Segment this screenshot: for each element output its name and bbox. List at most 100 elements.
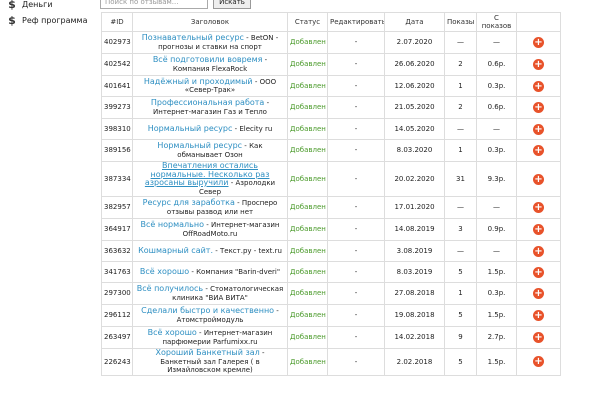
review-title-separator: -	[242, 142, 250, 150]
search-button[interactable]: Искать	[213, 0, 251, 9]
table-row: 402973 Познавательный ресурс - BetON - пр…	[101, 31, 561, 54]
review-id: 402542	[101, 53, 133, 76]
review-views: 2	[444, 53, 477, 76]
sidebar-item-label: Деньги	[22, 0, 53, 9]
sidebar-item-money[interactable]: $ Деньги	[8, 0, 53, 11]
edit-cell: -	[327, 282, 385, 305]
status-badge: Добавлен	[287, 261, 328, 283]
review-id: 341763	[101, 261, 133, 283]
review-id: 364917	[101, 218, 133, 241]
review-title-separator: -	[262, 56, 268, 64]
status-badge: Добавлен	[287, 282, 328, 305]
review-title-link[interactable]: Надёжный и проходимый	[144, 77, 253, 86]
plus-circle-icon[interactable]: +	[533, 224, 544, 235]
review-title-separator: -	[252, 77, 260, 86]
review-date: 14.05.2020	[384, 118, 445, 140]
column-header-title: Заголовок	[132, 12, 288, 32]
plus-circle-icon[interactable]: +	[533, 245, 544, 257]
table-row: 263497 Всё хорошо - Интернет-магазин парф…	[101, 326, 561, 349]
review-date: 3.08.2019	[384, 240, 445, 262]
review-views: 9	[444, 326, 477, 349]
sidebar: $ Деньги $ Реф программа	[0, 0, 100, 400]
edit-cell: -	[327, 53, 385, 76]
review-earnings: —	[476, 196, 517, 219]
review-views: 5	[444, 348, 477, 376]
review-title-link[interactable]: Всё хорошо	[148, 328, 197, 337]
review-title-link[interactable]: Познавательный ресурс	[142, 33, 244, 42]
edit-cell: -	[327, 218, 385, 241]
action-cell: +	[516, 282, 561, 305]
review-id: 382957	[101, 196, 133, 219]
table-row: 226243 Хороший Банкетный зал - Банкетный …	[101, 348, 561, 376]
plus-circle-icon[interactable]: +	[533, 332, 544, 343]
plus-circle-icon[interactable]: +	[533, 310, 544, 321]
review-earnings: 0.6р.	[476, 96, 517, 119]
review-title-cell: Хороший Банкетный зал - Банкетный зал Га…	[132, 348, 288, 376]
review-views: 5	[444, 304, 477, 327]
table-row: 398310 Нормальный ресурс - Elecity ru Доба…	[101, 118, 561, 140]
plus-circle-icon[interactable]: +	[533, 59, 544, 70]
review-id: 399273	[101, 96, 133, 119]
review-title-cell: Впечатления остались нормальные. Несколь…	[132, 161, 288, 197]
action-cell: +	[516, 218, 561, 241]
review-title-link[interactable]: Ресурс для заработка	[143, 198, 235, 207]
status-badge: Добавлен	[287, 161, 328, 197]
review-title-link[interactable]: Всё получилось	[137, 284, 203, 293]
action-cell: +	[516, 118, 561, 140]
edit-cell: -	[327, 261, 385, 283]
review-date: 21.05.2020	[384, 96, 445, 119]
review-company: Атомстроймодуль	[176, 315, 244, 324]
review-title-link[interactable]: Хороший Банкетный зал	[156, 349, 260, 357]
review-title-link[interactable]: Сделали быстро и качественно	[141, 306, 274, 315]
review-title-link[interactable]: Кошмарный сайт.	[138, 246, 213, 255]
plus-circle-icon[interactable]: +	[533, 202, 544, 213]
review-date: 20.02.2020	[384, 161, 445, 197]
plus-circle-icon[interactable]: +	[533, 173, 544, 185]
sidebar-item-referral[interactable]: $ Реф программа	[8, 14, 87, 27]
review-views: 1	[444, 139, 477, 162]
edit-cell: -	[327, 326, 385, 349]
plus-circle-icon[interactable]: +	[533, 102, 544, 113]
plus-circle-icon[interactable]: +	[533, 266, 544, 278]
review-title-link[interactable]: Нормальный ресурс	[148, 124, 233, 133]
plus-circle-icon[interactable]: +	[533, 123, 544, 135]
column-header-earnings: С показов	[476, 12, 517, 32]
action-cell: +	[516, 139, 561, 162]
edit-cell: -	[327, 348, 385, 376]
status-badge: Добавлен	[287, 348, 328, 376]
edit-cell: -	[327, 139, 385, 162]
review-title-link[interactable]: Всё подготовили вовремя	[153, 55, 263, 64]
review-title-cell: Всё хорошо - Интернет-магазин парфюмерии…	[132, 326, 288, 349]
review-title-cell: Сделали быстро и качественно - Атомстрой…	[132, 304, 288, 327]
reviews-table-wrapper: #ID Заголовок Статус Редактировать Дата …	[101, 12, 561, 376]
review-title-separator: -	[243, 34, 251, 42]
review-title-link[interactable]: Всё нормально	[141, 220, 204, 229]
status-badge: Добавлен	[287, 96, 328, 119]
review-id: 387334	[101, 161, 133, 197]
review-earnings: 0.3р.	[476, 282, 517, 305]
plus-circle-icon[interactable]: +	[533, 37, 544, 48]
review-id: 226243	[101, 348, 133, 376]
review-title-link[interactable]: Всё хорошо	[140, 267, 189, 276]
review-date: 26.06.2020	[384, 53, 445, 76]
review-title-cell: Надёжный и проходимый - ООО «Север-Трак»	[132, 75, 288, 97]
table-row: 402542 Всё подготовили вовремя - Компания…	[101, 53, 561, 76]
review-earnings: 0.6р.	[476, 53, 517, 76]
review-date: 17.01.2020	[384, 196, 445, 219]
review-id: 297300	[101, 282, 133, 305]
review-title-link[interactable]: Профессиональная работа	[151, 98, 264, 107]
plus-circle-icon[interactable]: +	[533, 145, 544, 156]
review-earnings: 2.7р.	[476, 326, 517, 349]
plus-circle-icon[interactable]: +	[533, 288, 544, 299]
action-cell: +	[516, 161, 561, 197]
review-date: 19.08.2018	[384, 304, 445, 327]
review-title-cell: Ресурс для заработка - Просперо отзывы р…	[132, 196, 288, 219]
plus-circle-icon[interactable]: +	[533, 356, 544, 368]
action-cell: +	[516, 53, 561, 76]
table-header-row: #ID Заголовок Статус Редактировать Дата …	[101, 12, 561, 32]
search-input[interactable]	[100, 0, 208, 9]
search-bar: Искать	[100, 0, 600, 12]
plus-circle-icon[interactable]: +	[533, 80, 544, 92]
review-title-link[interactable]: Нормальный ресурс	[157, 141, 242, 150]
review-views: 2	[444, 96, 477, 119]
